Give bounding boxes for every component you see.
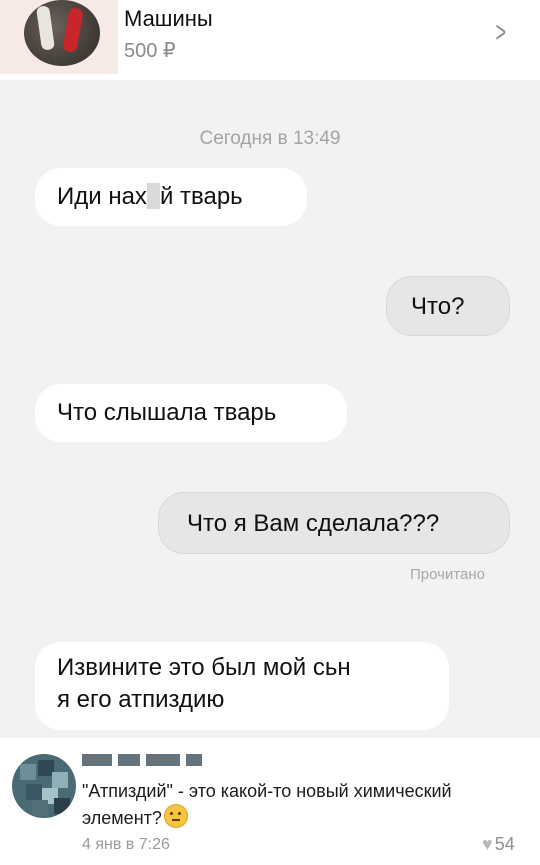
censor-block <box>146 183 160 209</box>
comment-text-body: "Атпиздий" - это какой-то новый химическ… <box>82 781 452 828</box>
thinking-face-icon <box>163 804 188 828</box>
username-blur <box>118 754 140 766</box>
username-blur <box>186 754 202 766</box>
message-text: Что я Вам сделала??? <box>187 510 440 537</box>
username-pixelated[interactable] <box>82 750 202 770</box>
like-button[interactable]: ♥ 54 <box>482 834 515 855</box>
listing-thumbnail[interactable] <box>24 0 100 66</box>
username-blur <box>82 754 112 766</box>
message-text-line: я его атпиздию <box>57 686 225 713</box>
avatar[interactable] <box>12 754 76 818</box>
message-incoming: Что слышала тварь <box>35 384 347 442</box>
avatar-pixel <box>54 798 70 814</box>
listing-title: Машины <box>124 6 213 31</box>
listing-header[interactable]: Машины 500 ₽ > <box>0 0 540 80</box>
avatar-pixel <box>26 784 42 800</box>
avatar-pixel <box>32 800 48 816</box>
username-blur <box>146 754 180 766</box>
read-status: Прочитано <box>410 566 485 583</box>
comment-date: 4 янв в 7:26 <box>82 836 170 853</box>
message-text: Что слышала тварь <box>57 399 277 426</box>
message-incoming: Иди нах й тварь <box>35 168 307 226</box>
red-car-icon <box>62 7 84 53</box>
comment-text: "Атпиздий" - это какой-то новый химическ… <box>82 778 532 831</box>
heart-icon: ♥ <box>482 834 493 854</box>
avatar-pixel <box>52 772 68 788</box>
white-car-icon <box>36 5 55 51</box>
social-comment: "Атпиздий" - это какой-то новый химическ… <box>0 738 540 865</box>
message-text: Что? <box>411 293 465 320</box>
message-text-line: Извините это был мой сьн <box>57 654 351 681</box>
message-text-part: Иди нах <box>57 183 147 210</box>
avatar-pixel <box>20 764 36 780</box>
chevron-right-icon[interactable]: > <box>496 16 507 50</box>
message-incoming: Извините это был мой сьн я его атпиздию <box>35 642 449 730</box>
listing-price: 500 ₽ <box>124 40 176 62</box>
like-count: 54 <box>494 834 515 854</box>
message-outgoing: Что? <box>386 276 510 336</box>
message-text-part: й тварь <box>159 183 243 210</box>
chat-date: Сегодня в 13:49 <box>199 128 341 149</box>
message-outgoing: Что я Вам сделала??? <box>158 492 510 554</box>
